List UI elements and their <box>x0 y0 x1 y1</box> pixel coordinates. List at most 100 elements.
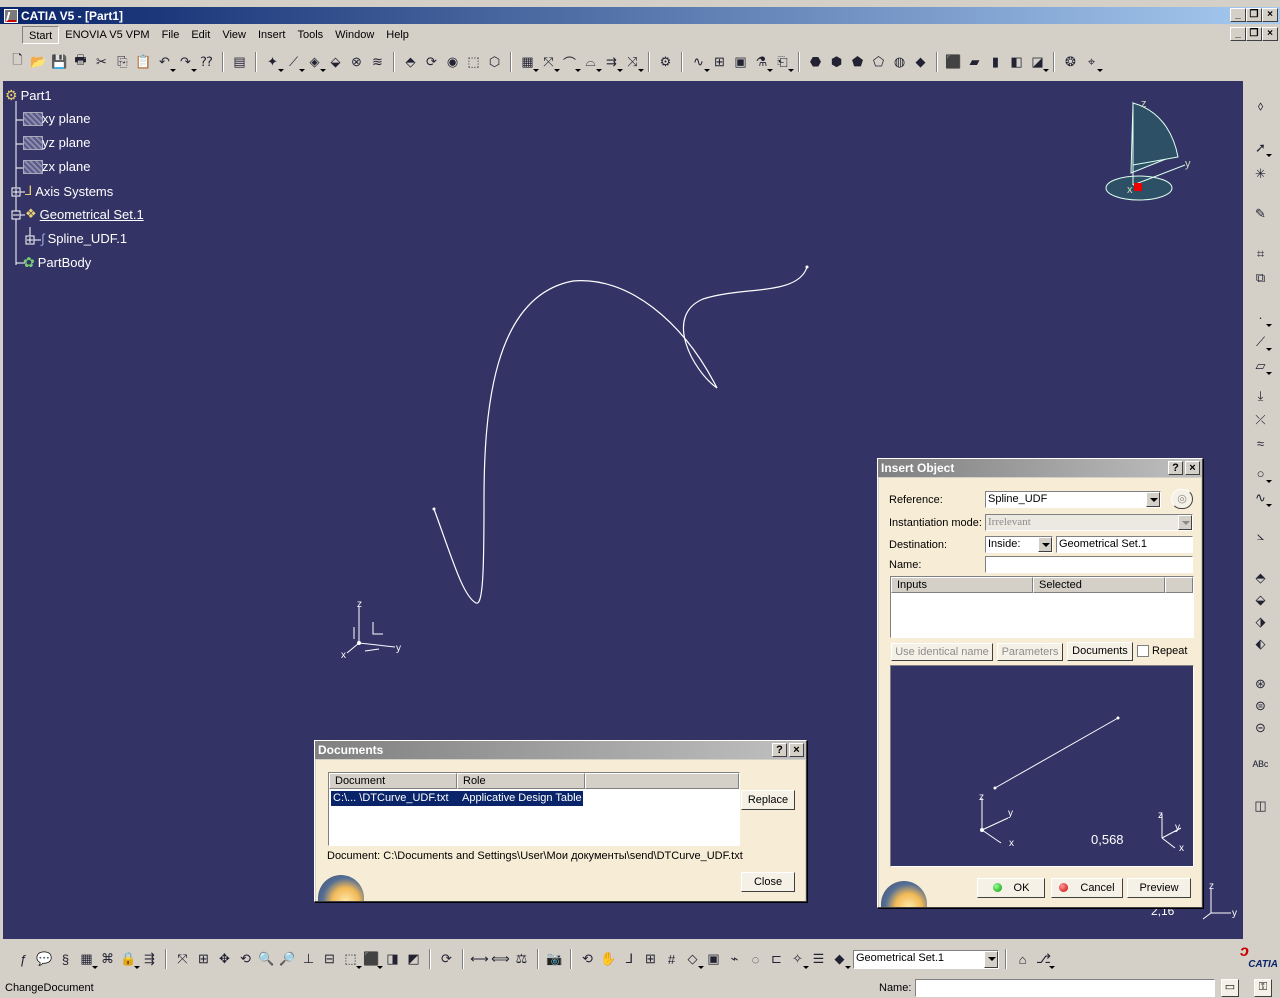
destination-field[interactable]: Geometrical Set.1 <box>1056 536 1193 553</box>
render-style-icon[interactable]: ⬛ <box>362 950 383 969</box>
boolean-icon[interactable]: ◧ <box>1007 53 1026 72</box>
swap-icon[interactable]: ⟲ <box>578 950 597 969</box>
rib-icon[interactable]: ◆ <box>911 53 930 72</box>
snap-icon[interactable]: ✳ <box>1251 164 1270 183</box>
layers-icon[interactable]: ☰ <box>809 950 828 969</box>
spline-tool-icon[interactable]: ∿ <box>1251 488 1272 507</box>
chevron-down-icon[interactable] <box>1146 492 1160 507</box>
sweep-tool-icon[interactable]: ⬙ <box>1251 590 1270 609</box>
hole-icon[interactable]: ◍ <box>890 53 909 72</box>
measure-icon[interactable]: ⌖ <box>1082 53 1103 72</box>
grid-tool-icon[interactable]: # <box>662 950 681 969</box>
documents-help-button[interactable]: ? <box>772 743 787 757</box>
inputs-table[interactable]: Inputs Selected <box>890 576 1194 638</box>
menu-tools[interactable]: Tools <box>291 26 329 44</box>
sweep-icon[interactable]: ⬡ <box>485 53 504 72</box>
use-identical-name-button[interactable]: Use identical name <box>891 643 993 661</box>
doc-minimize-button[interactable]: _ <box>1230 27 1246 41</box>
plane-system-icon[interactable]: ▣ <box>704 950 723 969</box>
remove-icon[interactable]: ◪ <box>1028 53 1049 72</box>
column-header-inputs[interactable]: Inputs <box>891 577 1033 593</box>
update-icon[interactable]: ⟳ <box>437 950 456 969</box>
parallel-curve-icon[interactable]: ≈ <box>1251 434 1270 453</box>
select-icon[interactable]: ➚ <box>1251 138 1272 157</box>
boundary-icon[interactable]: ⊛ <box>1251 674 1270 693</box>
reactions-icon[interactable]: ⇶ <box>140 950 159 969</box>
rotate-icon[interactable]: ⟲ <box>236 950 255 969</box>
analysis-icon[interactable]: ⚙ <box>656 53 675 72</box>
polyline-icon[interactable]: ⦣ <box>1251 526 1270 545</box>
near-icon[interactable]: ⊜ <box>1251 696 1270 715</box>
sphere-icon[interactable]: ◉ <box>443 53 462 72</box>
plane-tool-icon[interactable]: ▱ <box>1251 356 1272 375</box>
chevron-down-icon[interactable] <box>1038 537 1052 552</box>
print-icon[interactable]: 🖶 <box>71 52 90 72</box>
grid-icon[interactable]: ⊞ <box>710 53 729 72</box>
3d-sketch-icon[interactable]: ⧉ <box>1251 268 1270 287</box>
menu-view[interactable]: View <box>216 26 252 44</box>
measure-inertia-icon[interactable]: ⚖ <box>512 950 531 969</box>
save-icon[interactable]: 💾 <box>50 53 69 72</box>
hide-show-icon[interactable]: ◨ <box>383 950 402 969</box>
axis-tool-icon[interactable]: ⅃ <box>620 950 639 969</box>
chevron-down-icon[interactable] <box>984 950 998 968</box>
extrapolate-icon[interactable]: ⤨ <box>623 53 644 72</box>
menu-insert[interactable]: Insert <box>252 26 292 44</box>
name-input[interactable] <box>985 556 1193 573</box>
lock-icon[interactable]: 🔒 <box>119 950 140 969</box>
groove-icon[interactable]: ⬠ <box>869 53 888 72</box>
intersection-icon[interactable]: ⊗ <box>347 53 366 72</box>
power-input-options-button[interactable]: ⚿ <box>1254 979 1272 997</box>
line-icon[interactable]: ⟋ <box>284 53 305 72</box>
doc-close-button[interactable]: × <box>1262 27 1278 41</box>
compass-icon[interactable]: z y x <box>1103 95 1203 210</box>
quick-view-icon[interactable]: ⬚ <box>341 950 362 969</box>
pocket-icon[interactable]: ⬢ <box>827 53 846 72</box>
object-repetition-icon[interactable]: ⎇ <box>1034 950 1055 969</box>
intersection-tool-icon[interactable]: ⤫ <box>1251 410 1270 429</box>
redo-icon[interactable]: ↷ <box>176 53 197 72</box>
menu-file[interactable]: File <box>156 26 186 44</box>
workbench-icon[interactable]: ⬨ <box>1251 96 1270 115</box>
line-tool-icon[interactable]: ⟋ <box>1251 332 1272 351</box>
doc-restore-button[interactable]: ❐ <box>1246 27 1262 41</box>
multi-section-icon[interactable]: ⬖ <box>1251 634 1270 653</box>
normal-view-icon[interactable]: ⊥ <box>299 950 318 969</box>
documents-table[interactable]: Document Role C:\... \DTCurve_UDF.txt Ap… <box>328 772 740 846</box>
sketch-icon[interactable]: ✎ <box>1251 204 1270 223</box>
pan-icon[interactable]: ✥ <box>215 950 234 969</box>
circle-icon[interactable]: ○ <box>1251 464 1272 483</box>
offset-icon[interactable]: ⬚ <box>464 53 483 72</box>
power-input-button[interactable]: ▭ <box>1221 979 1239 997</box>
split-icon[interactable]: ⤧ <box>539 53 560 72</box>
work-on-support-icon[interactable]: ⊞ <box>641 950 660 969</box>
whats-this-icon[interactable]: ⁇ <box>197 53 216 72</box>
swap-visible-icon[interactable]: ◩ <box>404 950 423 969</box>
reference-dropdown[interactable]: Spline_UDF <box>985 491 1161 508</box>
preview-button[interactable]: Preview <box>1127 878 1191 898</box>
positioned-sketch-icon[interactable]: ⌗ <box>1251 244 1270 263</box>
manipulate-icon[interactable]: ✋ <box>599 950 618 969</box>
restore-button[interactable]: ❐ <box>1246 8 1262 22</box>
law-editor-icon[interactable]: ⌘ <box>98 950 117 969</box>
view-icon[interactable]: ◫ <box>1251 796 1270 815</box>
menu-edit[interactable]: Edit <box>185 26 216 44</box>
column-header-selected[interactable]: Selected <box>1033 577 1165 593</box>
translate-icon[interactable]: ⇉ <box>602 53 623 72</box>
repeat-checkbox[interactable] <box>1137 645 1149 657</box>
revolve-icon[interactable]: ⟳ <box>422 53 441 72</box>
fly-mode-icon[interactable]: ⊞ <box>194 950 213 969</box>
cut-icon[interactable]: ✂ <box>92 53 111 72</box>
extrude-tool-icon[interactable]: ⬘ <box>1251 568 1270 587</box>
design-table-icon[interactable]: ▦ <box>77 950 98 969</box>
pad-icon[interactable]: ⬣ <box>806 53 825 72</box>
fill-icon[interactable]: ⬗ <box>1251 612 1270 631</box>
preview-viewer[interactable]: z y x z y x 0,568 <box>890 665 1194 867</box>
draft-icon[interactable]: ▮ <box>986 53 1005 72</box>
zoom-in-icon[interactable]: 🔍 <box>257 950 276 969</box>
documents-button[interactable]: Documents <box>1067 642 1133 661</box>
column-header-role[interactable]: Role <box>457 773 585 789</box>
point-tool-icon[interactable]: · <box>1251 308 1272 327</box>
current-body-combo[interactable]: Geometrical Set.1 <box>853 949 999 969</box>
connect-checker-icon[interactable]: ⊏ <box>767 950 786 969</box>
